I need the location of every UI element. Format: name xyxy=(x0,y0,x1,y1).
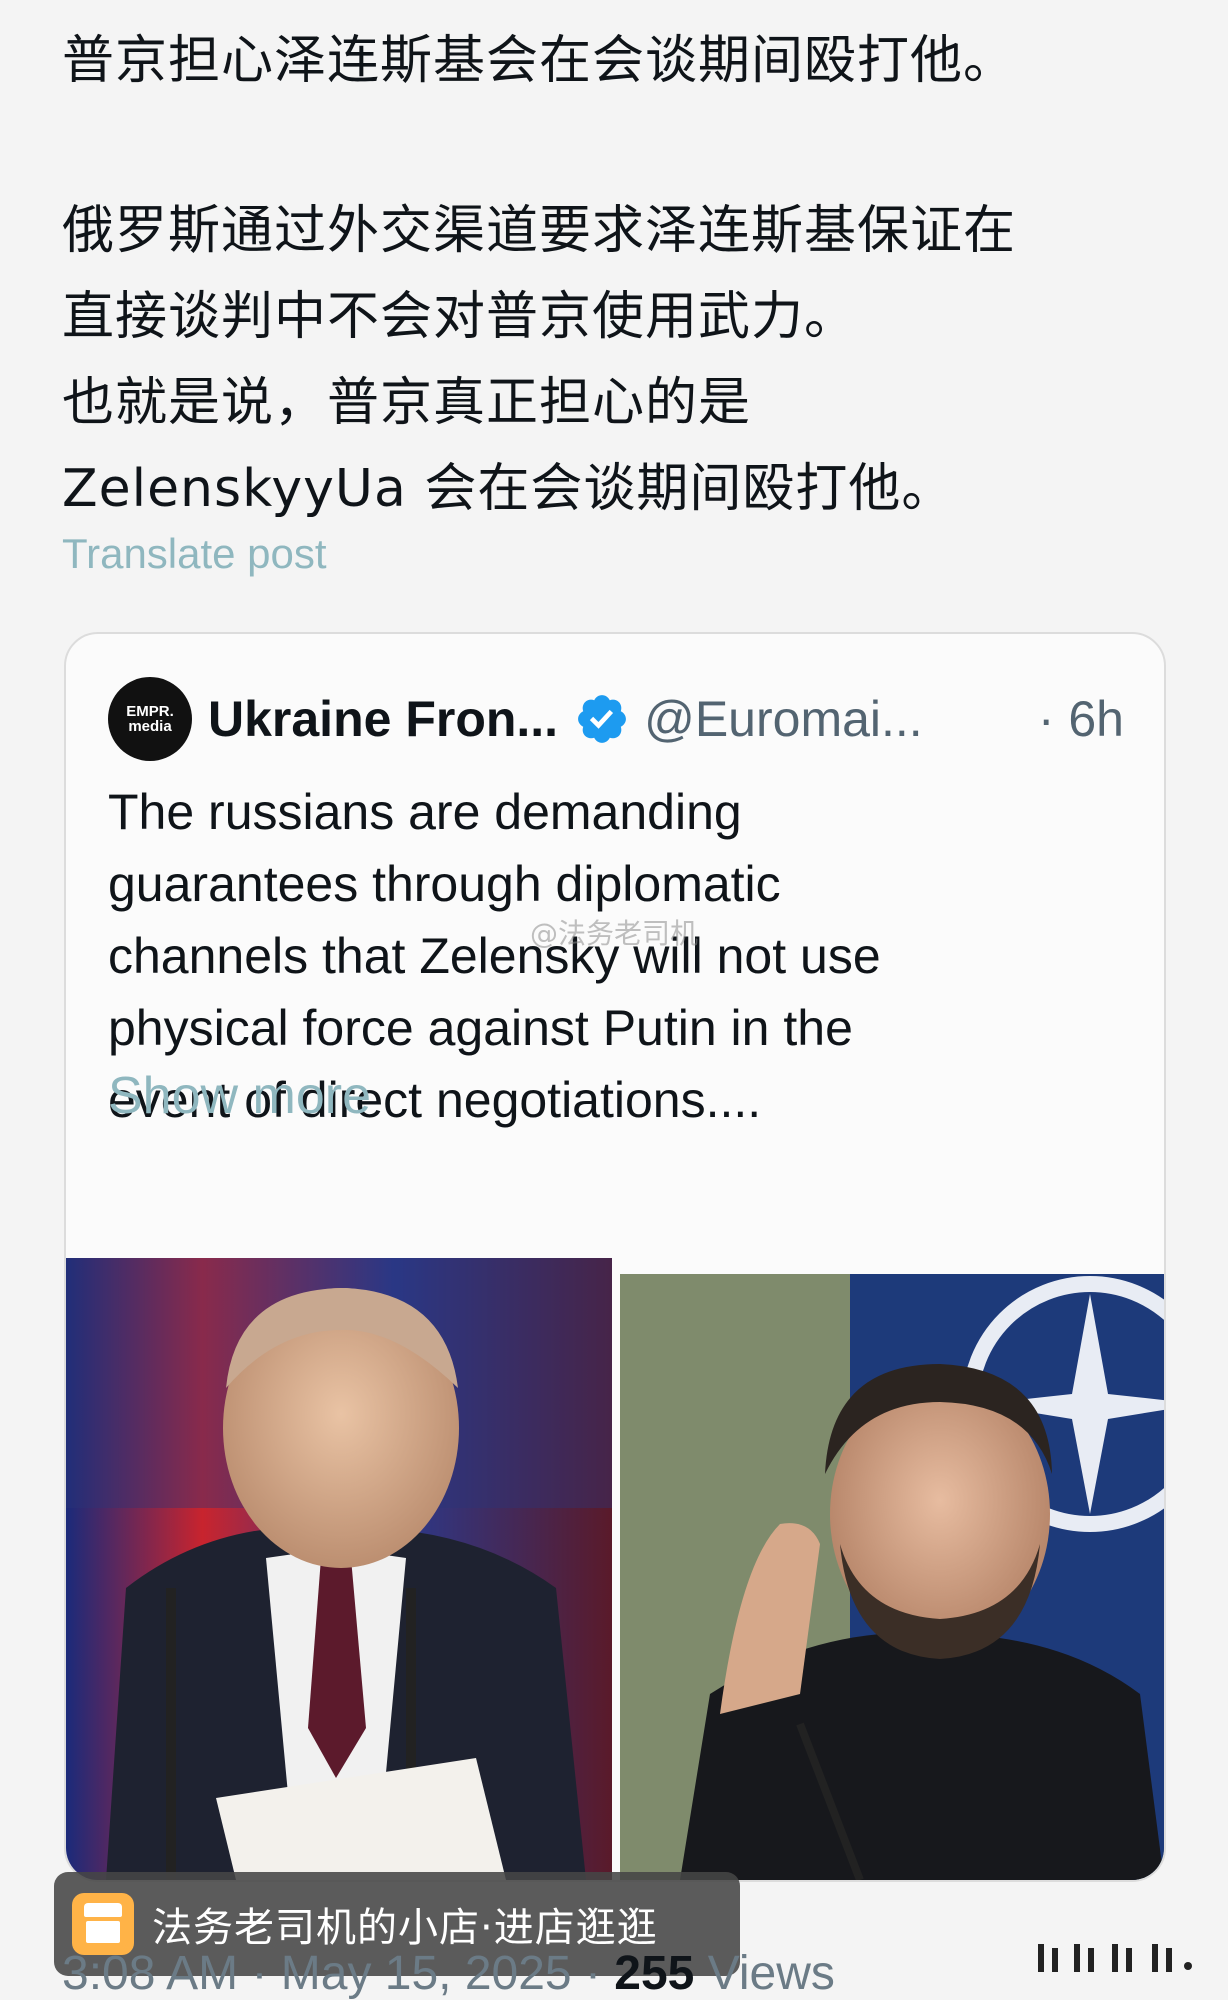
photo-putin[interactable] xyxy=(66,1258,612,1880)
post-time: 3:08 AM · May 15, 2025 · xyxy=(62,1947,615,2000)
quote-header: EMPR. media Ukraine Fron... @Euromai... … xyxy=(108,674,1124,764)
photo-zelensky[interactable] xyxy=(620,1274,1164,1880)
quote-line-1: The russians are demanding xyxy=(108,784,742,840)
views-count: 255 xyxy=(614,1947,695,2000)
post-line-2: 俄罗斯通过外交渠道要求泽连斯基保证在 xyxy=(62,201,1017,261)
avatar[interactable]: EMPR. media xyxy=(108,677,192,761)
avatar-text-bottom: media xyxy=(128,718,172,735)
show-more-link[interactable]: Show more xyxy=(108,1066,371,1126)
weibo-repost-screenshot: 普京担心泽连斯基会在会谈期间殴打他。 俄罗斯通过外交渠道要求泽连斯基保证在 直接… xyxy=(0,0,1228,2000)
post-text: 普京担心泽连斯基会在会谈期间殴打他。 俄罗斯通过外交渠道要求泽连斯基保证在 直接… xyxy=(62,18,1162,532)
views-label: Views xyxy=(694,1947,835,2000)
display-name[interactable]: Ukraine Fron... xyxy=(208,690,558,748)
handle[interactable]: @Euromai... xyxy=(644,690,923,748)
more-options-icon[interactable] xyxy=(1034,1936,1202,1980)
store-label: 法务老司机的小店·进店逛逛 xyxy=(152,1905,658,1951)
quoted-tweet-card[interactable]: EMPR. media Ukraine Fron... @Euromai... … xyxy=(64,632,1166,1882)
post-line-4: 也就是说，普京真正担心的是 xyxy=(62,373,752,433)
media-row xyxy=(66,1258,1164,1880)
verified-badge-icon xyxy=(578,695,626,743)
translate-post-link[interactable]: Translate post xyxy=(62,530,327,578)
watermark: @法务老司机 xyxy=(530,917,699,950)
footer-meta: 3:08 AM · May 15, 2025 · 255 Views xyxy=(62,1946,835,2000)
post-line-5: ZelenskyyUa 会在会谈期间殴打他。 xyxy=(62,459,955,519)
quote-line-4: physical force against Putin in the xyxy=(108,1000,853,1056)
quote-line-2: guarantees through diplomatic xyxy=(108,856,781,912)
post-line-1: 普京担心泽连斯基会在会谈期间殴打他。 xyxy=(62,31,1017,91)
avatar-text-top: EMPR. xyxy=(126,703,174,720)
timestamp: · 6h xyxy=(1037,691,1124,747)
post-line-3: 直接谈判中不会对普京使用武力。 xyxy=(62,287,858,347)
